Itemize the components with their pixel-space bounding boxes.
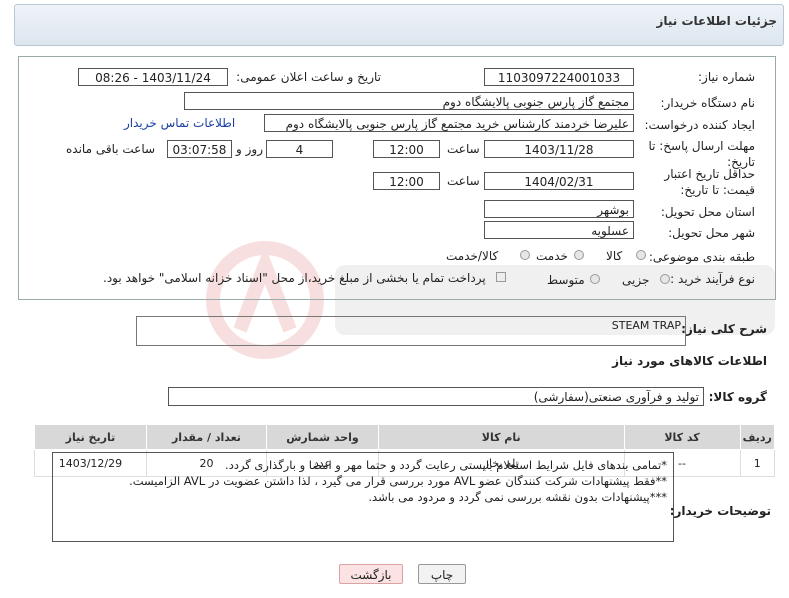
validity-label: حداقل تاریخ اعتبار قیمت: تا تاریخ: <box>664 167 755 197</box>
buyer-note-line: **فقط پیشنهادات شرکت کنندگان عضو AVL مور… <box>129 474 667 488</box>
process-label: نوع فرآیند خرید : <box>670 272 755 286</box>
col-header-unit: واحد شمارش <box>266 424 379 450</box>
creator-label: ایجاد کننده درخواست: <box>644 118 755 132</box>
buyer-note-line: ***پیشنهادات بدون نقشه بررسی نمی گردد و … <box>368 490 667 504</box>
process-radio-minor[interactable] <box>660 274 670 284</box>
validity-date-field: 1404/02/31 <box>484 172 634 190</box>
col-header-date: تاریخ نیاز <box>34 424 147 450</box>
deadline-date-field: 1403/11/28 <box>484 140 634 158</box>
table-header-row: ردیف کد کالا نام کالا واحد شمارش تعداد /… <box>34 424 776 450</box>
days-remaining-field: 4 <box>266 140 333 158</box>
process-radio-medium[interactable] <box>590 274 600 284</box>
city-label: شهر محل تحویل: <box>668 226 755 240</box>
buyer-org-field: مجتمع گاز پارس جنوبی پالایشگاه دوم <box>184 92 634 110</box>
col-header-row-number: ردیف <box>739 424 776 450</box>
goods-section-title: اطلاعات کالاهای مورد نیاز <box>612 354 767 368</box>
category-option-service: خدمت <box>536 249 568 263</box>
cell-row-number: 1 <box>739 449 776 477</box>
contact-info-link[interactable]: اطلاعات تماس خریدار <box>124 116 235 130</box>
province-label: استان محل تحویل: <box>660 205 755 219</box>
announce-label: تاریخ و ساعت اعلان عمومی: <box>236 70 381 84</box>
payment-note: پرداخت تمام یا بخشی از مبلغ خرید،از محل … <box>103 271 486 285</box>
summary-label: شرح کلی نیاز: <box>681 322 767 336</box>
deadline-time-label: ساعت <box>447 142 480 156</box>
category-radio-both[interactable] <box>520 250 530 260</box>
buyer-note-line: *تمامی بندهای فایل شرایط استعلام بایستی … <box>225 458 667 472</box>
category-label: طبقه بندی موضوعی: <box>648 250 755 264</box>
category-option-both: کالا/خدمت <box>446 249 499 263</box>
need-number-label: شماره نیاز: <box>698 70 755 84</box>
need-number-field: 1103097224001033 <box>484 68 634 86</box>
process-option-minor: جزیی <box>622 273 650 287</box>
print-button[interactable]: چاپ <box>418 564 466 584</box>
remaining-label: ساعت باقی مانده <box>66 142 156 156</box>
validity-time-field: 12:00 <box>373 172 440 190</box>
remaining-time-field: 03:07:58 <box>167 140 232 158</box>
buyer-notes-label: توضیحات خریدار: <box>669 504 771 518</box>
category-radio-service[interactable] <box>574 250 584 260</box>
goods-group-field: تولید و فرآوری صنعتی(سفارشی) <box>168 387 704 406</box>
city-field: عسلویه <box>484 221 634 239</box>
summary-text: STEAM TRAP <box>611 319 681 332</box>
validity-time-label: ساعت <box>447 174 480 188</box>
goods-group-label: گروه کالا: <box>708 390 767 404</box>
announce-field: 1403/11/24 - 08:26 <box>78 68 228 86</box>
col-header-name: نام کالا <box>377 424 625 450</box>
col-header-code: کد کالا <box>623 424 741 450</box>
category-radio-goods[interactable] <box>636 250 646 260</box>
creator-field: علیرضا خردمند کارشناس خرید مجتمع گاز پار… <box>264 114 634 132</box>
buyer-notes-box: *تمامی بندهای فایل شرایط استعلام بایستی … <box>52 452 674 542</box>
province-field: بوشهر <box>484 200 634 218</box>
days-label: روز و <box>236 142 263 156</box>
summary-textarea[interactable]: STEAM TRAP <box>136 316 686 346</box>
page-title: جزئیات اطلاعات نیاز <box>656 14 777 28</box>
treasury-checkbox[interactable] <box>496 272 506 282</box>
deadline-time-field: 12:00 <box>373 140 440 158</box>
buyer-org-label: نام دستگاه خریدار: <box>660 96 756 110</box>
process-option-medium: متوسط <box>547 273 585 287</box>
back-button[interactable]: بازگشت <box>339 564 403 584</box>
col-header-quantity: تعداد / مقدار <box>145 424 268 450</box>
category-option-goods: کالا <box>606 249 623 263</box>
